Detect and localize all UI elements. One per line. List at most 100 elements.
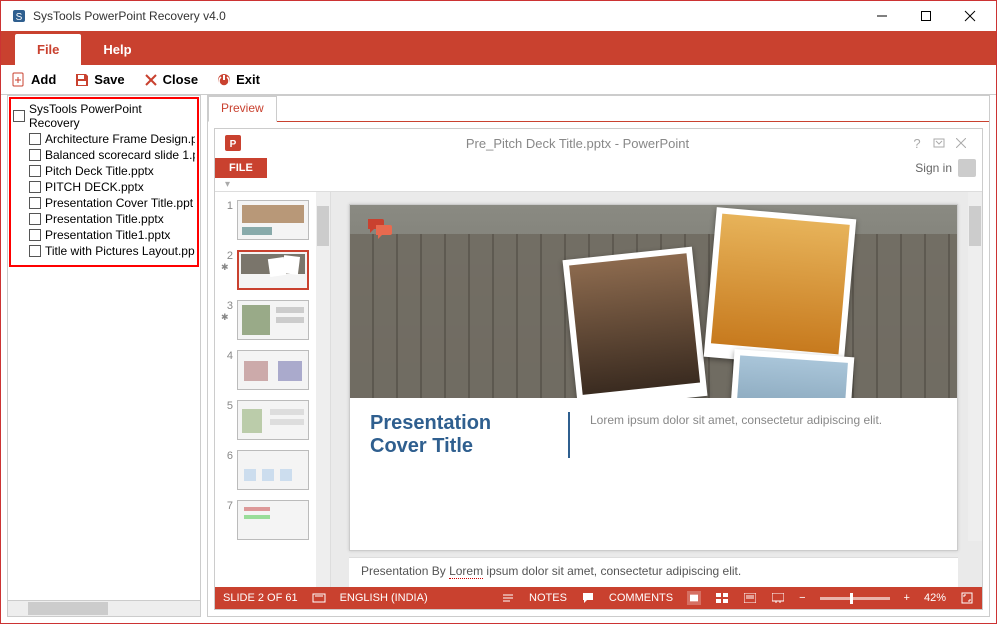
checkbox[interactable] (29, 181, 41, 193)
tree-item[interactable]: Balanced scorecard slide 1.p (13, 147, 195, 163)
checkbox[interactable] (29, 165, 41, 177)
tree-item-label: Pitch Deck Title.pptx (45, 164, 154, 178)
slide-number: 3 (221, 300, 233, 312)
photo-placeholder (726, 349, 855, 398)
ppt-sign-in[interactable]: Sign in (915, 161, 952, 175)
zoom-slider[interactable] (820, 597, 890, 600)
slide-number: 6 (221, 450, 233, 462)
ppt-help-icon[interactable]: ? (906, 136, 928, 151)
tree-item[interactable]: Pitch Deck Title.pptx (13, 163, 195, 179)
checkbox[interactable] (29, 133, 41, 145)
ppt-file-button[interactable]: FILE (215, 158, 267, 178)
slideshow-icon[interactable] (771, 591, 785, 605)
close-file-button[interactable]: Close (143, 72, 198, 88)
slide-canvas[interactable]: Presentation Cover Title Lorem ipsum dol… (349, 204, 958, 551)
save-button[interactable]: Save (74, 72, 124, 88)
powerpoint-preview: P Pre_Pitch Deck Title.pptx - PowerPoint… (214, 128, 983, 610)
animation-star-icon: ✱ (221, 312, 233, 323)
save-label: Save (94, 72, 124, 87)
minimize-button[interactable] (860, 1, 904, 31)
comments-icon[interactable] (581, 591, 595, 605)
checkbox[interactable] (29, 213, 41, 225)
avatar-icon[interactable] (958, 159, 976, 177)
tree-item[interactable]: PITCH DECK.pptx (13, 179, 195, 195)
file-tree-pane: SysTools PowerPoint Recovery Architectur… (7, 95, 201, 617)
animation-star-icon: ✱ (221, 262, 233, 273)
ppt-close-icon[interactable] (950, 136, 972, 151)
tree-item-label: Title with Pictures Layout.pp (45, 244, 195, 258)
status-comments[interactable]: COMMENTS (609, 592, 673, 604)
ppt-statusbar: SLIDE 2 OF 61 ENGLISH (INDIA) NOTES COMM… (215, 587, 982, 609)
thumbnail[interactable]: 3✱ (215, 298, 330, 348)
exit-label: Exit (236, 72, 260, 87)
checkbox[interactable] (29, 229, 41, 241)
tree-item-label: Presentation Title1.pptx (45, 228, 170, 242)
slide-subtitle: Lorem ipsum dolor sit amet, consectetur … (590, 412, 882, 429)
horizontal-scrollbar[interactable] (8, 600, 200, 616)
thumbnails-scrollbar[interactable] (316, 192, 330, 587)
zoom-level[interactable]: 42% (924, 592, 946, 604)
speaker-notes[interactable]: Presentation By Lorem ipsum dolor sit am… (349, 557, 958, 587)
maximize-button[interactable] (904, 1, 948, 31)
menu-help[interactable]: Help (81, 34, 153, 65)
thumbnail[interactable]: 1 (215, 198, 330, 248)
window-title: SysTools PowerPoint Recovery v4.0 (33, 9, 860, 23)
notes-text: Presentation By (361, 564, 449, 578)
status-slide-count[interactable]: SLIDE 2 OF 61 (223, 592, 298, 604)
app-icon: S (11, 8, 27, 24)
reading-view-icon[interactable] (743, 591, 757, 605)
tree-item[interactable]: Title with Pictures Layout.pp (13, 243, 195, 259)
tree-item[interactable]: Architecture Frame Design.p (13, 131, 195, 147)
toolbar: Add Save Close Exit (1, 65, 996, 95)
tree-item-label: Presentation Cover Title.ppt (45, 196, 193, 210)
ribbon-collapse-icon[interactable]: ▾ (215, 179, 982, 191)
notes-text: ipsum dolor sit amet, consectetur adipis… (483, 564, 741, 578)
slide-number: 5 (221, 400, 233, 412)
tree-item[interactable]: Presentation Cover Title.ppt (13, 195, 195, 211)
close-button[interactable] (948, 1, 992, 31)
slide-number: 1 (221, 200, 233, 212)
status-language[interactable]: ENGLISH (INDIA) (340, 592, 428, 604)
sorter-view-icon[interactable] (715, 591, 729, 605)
tree-item[interactable]: Presentation Title1.pptx (13, 227, 195, 243)
tree-root[interactable]: SysTools PowerPoint Recovery (13, 101, 195, 131)
preview-tabs: Preview (208, 96, 989, 122)
file-tree: SysTools PowerPoint Recovery Architectur… (9, 97, 199, 267)
notes-text: Lorem (449, 564, 483, 579)
checkbox[interactable] (29, 245, 41, 257)
tree-item-label: PITCH DECK.pptx (45, 180, 144, 194)
status-notes[interactable]: NOTES (529, 592, 567, 604)
notes-icon[interactable] (501, 591, 515, 605)
thumbnail[interactable]: 6 (215, 448, 330, 498)
normal-view-icon[interactable] (687, 591, 701, 605)
add-button[interactable]: Add (11, 72, 56, 88)
preview-tab[interactable]: Preview (208, 96, 277, 122)
ppt-document-title: Pre_Pitch Deck Title.pptx - PowerPoint (249, 136, 906, 151)
preview-pane: Preview P Pre_Pitch Deck Title.pptx - Po… (207, 95, 990, 617)
menu-file[interactable]: File (15, 34, 81, 65)
thumbnail[interactable]: 4 (215, 348, 330, 398)
photo-placeholder (563, 247, 708, 398)
slide-number: 7 (221, 500, 233, 512)
checkbox[interactable] (13, 110, 25, 122)
slide-thumbnails: 1 2✱ 3✱ 4 5 6 7 (215, 192, 331, 587)
ppt-titlebar: P Pre_Pitch Deck Title.pptx - PowerPoint… (215, 129, 982, 157)
thumbnail[interactable]: 2✱ (215, 248, 330, 298)
menubar: File Help (1, 31, 996, 65)
checkbox[interactable] (29, 149, 41, 161)
slide-editor: Presentation Cover Title Lorem ipsum dol… (331, 192, 982, 587)
thumbnail[interactable]: 7 (215, 498, 330, 548)
tree-item[interactable]: Presentation Title.pptx (13, 211, 195, 227)
thumbnail[interactable]: 5 (215, 398, 330, 448)
zoom-in-button[interactable]: + (904, 592, 910, 604)
spellcheck-icon[interactable] (312, 591, 326, 605)
fit-to-window-icon[interactable] (960, 591, 974, 605)
checkbox[interactable] (29, 197, 41, 209)
slide-title: Presentation Cover Title (370, 412, 570, 458)
zoom-out-button[interactable]: − (799, 592, 805, 604)
tree-item-label: Presentation Title.pptx (45, 212, 164, 226)
exit-button[interactable]: Exit (216, 72, 260, 88)
ppt-ribbon-options-icon[interactable] (928, 136, 950, 151)
slide-vertical-scrollbar[interactable] (968, 192, 982, 541)
comment-bubble-icon (366, 217, 394, 239)
